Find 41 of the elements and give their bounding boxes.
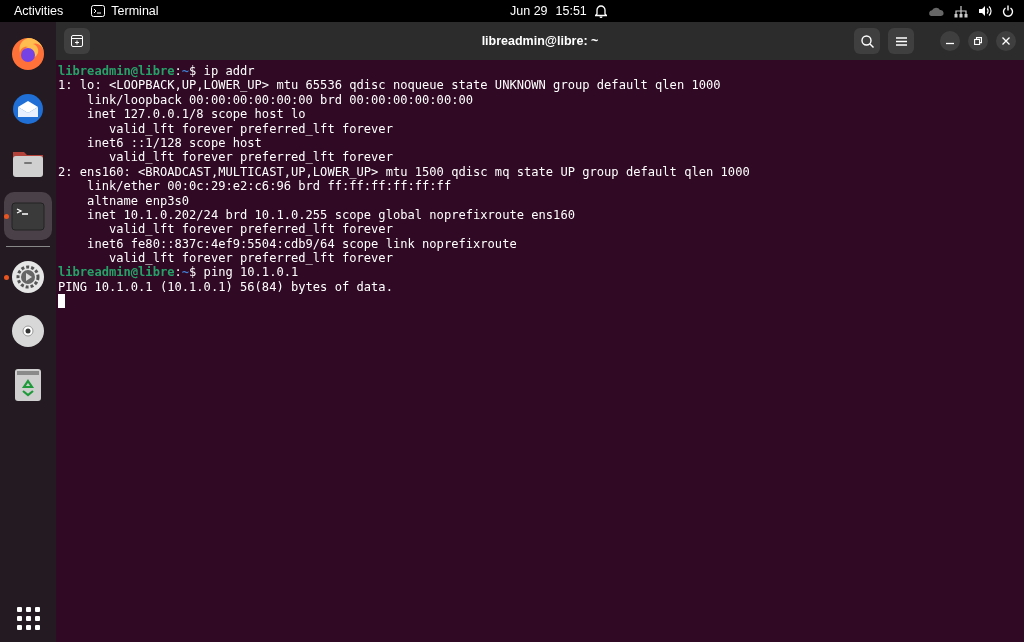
output-line: valid_lft forever preferred_lft forever xyxy=(107,121,393,136)
network-icon[interactable] xyxy=(954,4,968,18)
power-icon[interactable] xyxy=(1002,5,1014,17)
output-line: 1: lo: <LOOPBACK,UP,LOWER_UP> mtu 65536 qdisc noqueue state UNKNOWN group default qlen 1000 xyxy=(58,78,721,93)
prompt-line: libreadmin@libre:~$ ip addr xyxy=(58,64,255,78)
output-line: valid_lft forever preferred_lft forever xyxy=(107,251,393,266)
restore-icon xyxy=(974,37,982,45)
menu-icon xyxy=(895,36,907,46)
gear-play-icon xyxy=(10,259,46,295)
restore-button[interactable] xyxy=(968,31,988,51)
bell-icon[interactable] xyxy=(594,4,607,18)
output-line: 2: ens160: <BROADCAST,MULTICAST,UP,LOWER_UP> mtu 1500 qdisc mq state UP group default qlen 1000 xyxy=(58,164,750,179)
output-line: valid_lft forever preferred_lft forever xyxy=(107,150,393,165)
clock-time[interactable]: 15:51 xyxy=(555,4,587,18)
output-line: link/loopback 00:00:00:00:00:00 brd 00:00:00:00:00:00 xyxy=(86,92,474,107)
output-line: valid_lft forever preferred_lft forever xyxy=(107,222,393,237)
output-line: PING 10.1.0.1 (10.1.0.1) 56(84) bytes of data. xyxy=(58,279,393,294)
output-line: link/ether 00:0c:29:e2:c6:96 brd ff:ff:ff:ff:ff:ff xyxy=(86,179,452,194)
clock-date[interactable]: Jun 29 xyxy=(510,4,548,18)
cloud-icon[interactable] xyxy=(928,6,944,16)
close-button[interactable] xyxy=(996,31,1016,51)
app-grid-icon[interactable] xyxy=(16,607,40,630)
app-menu[interactable]: Terminal xyxy=(111,4,159,18)
menu-button[interactable] xyxy=(888,28,914,54)
new-tab-button[interactable] xyxy=(64,28,90,54)
output-line: inet 10.1.0.202/24 brd 10.1.0.255 scope global noprefixroute ens160 xyxy=(86,207,575,222)
output-line: inet 127.0.0.1/8 scope host lo xyxy=(86,107,306,122)
terminal-icon xyxy=(91,5,106,17)
prompt-line: libreadmin@libre:~$ ping 10.1.0.1 xyxy=(58,265,299,280)
text-cursor xyxy=(58,294,65,309)
output-line: inet6 ::1/128 scope host xyxy=(86,135,262,150)
activities-button[interactable]: Activities xyxy=(14,4,64,18)
disc-icon xyxy=(10,313,46,349)
output-line: altname enp3s0 xyxy=(86,193,190,208)
new-tab-icon xyxy=(71,35,83,47)
window-title: libreadmin@libre: ~ xyxy=(481,34,599,48)
output-line: inet6 fe80::837c:4ef9:5504:cdb9/64 scope link noprefixroute xyxy=(86,236,517,251)
search-button[interactable] xyxy=(854,28,880,54)
search-icon xyxy=(860,34,874,48)
volume-icon[interactable] xyxy=(978,5,992,17)
close-icon xyxy=(1002,37,1010,45)
